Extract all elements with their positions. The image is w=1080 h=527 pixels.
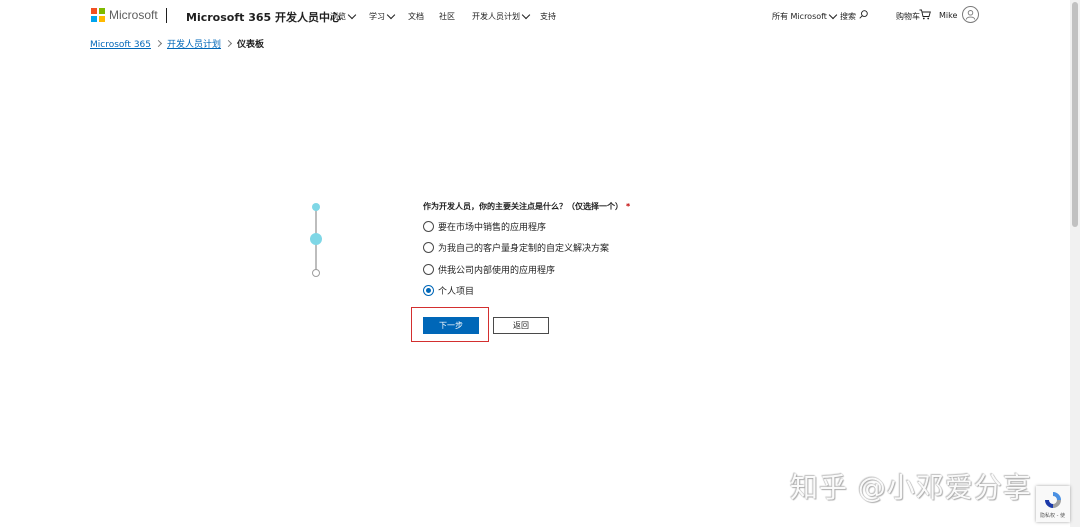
step-1-dot <box>312 203 320 211</box>
radio-button[interactable] <box>423 242 434 253</box>
all-microsoft-menu[interactable]: 所有 Microsoft <box>772 10 838 22</box>
option-label: 个人项目 <box>438 287 475 297</box>
radio-button-selected[interactable] <box>423 285 434 296</box>
back-button[interactable]: 返回 <box>493 317 549 334</box>
option-label: 要在市场中销售的应用程序 <box>438 223 547 233</box>
breadcrumb-developer-program[interactable]: 开发人员计划 <box>167 40 221 50</box>
next-button[interactable]: 下一步 <box>423 317 479 334</box>
option-marketplace-app[interactable]: 要在市场中销售的应用程序 <box>423 220 546 233</box>
recaptcha-icon <box>1045 492 1061 508</box>
vertical-scrollbar[interactable] <box>1070 0 1080 527</box>
nav-docs[interactable]: 文档 <box>408 11 424 22</box>
chevron-right-icon <box>224 39 233 48</box>
nav-support-label: 支持 <box>540 12 556 21</box>
chevron-down-icon <box>828 10 838 20</box>
nav-learn[interactable]: 学习 <box>369 10 396 22</box>
chevron-down-icon <box>386 10 396 20</box>
step-2-dot <box>310 233 322 245</box>
scrollbar-thumb[interactable] <box>1072 2 1078 227</box>
nav-docs-label: 文档 <box>408 12 424 21</box>
focus-question-form: 作为开发人员，你的主要关注点是什么？（仅选择一个） * 要在市场中销售的应用程序 … <box>423 201 630 297</box>
user-name[interactable]: Mike <box>939 11 957 20</box>
search-button[interactable]: 搜索 <box>840 11 856 22</box>
chevron-down-icon <box>521 10 531 20</box>
cart-icon[interactable] <box>919 9 931 20</box>
nav-browse-label: 浏览 <box>330 12 346 21</box>
radio-button[interactable] <box>423 264 434 275</box>
avatar[interactable] <box>962 6 979 23</box>
breadcrumb: Microsoft 365 开发人员计划 仪表板 <box>90 37 264 50</box>
nav-learn-label: 学习 <box>369 12 385 21</box>
option-internal-app[interactable]: 供我公司内部使用的应用程序 <box>423 263 555 276</box>
option-label: 供我公司内部使用的应用程序 <box>438 266 556 276</box>
question-text: 作为开发人员，你的主要关注点是什么？（仅选择一个） <box>423 202 623 211</box>
required-mark: * <box>626 202 631 211</box>
question-label: 作为开发人员，你的主要关注点是什么？（仅选择一个） * <box>423 201 630 212</box>
option-custom-solution[interactable]: 为我自己的客户量身定制的自定义解决方案 <box>423 241 609 254</box>
nav-developer-program-label: 开发人员计划 <box>472 12 520 21</box>
header-divider <box>166 8 167 23</box>
search-icon[interactable] <box>859 10 868 19</box>
user-icon <box>965 10 976 20</box>
nav-community[interactable]: 社区 <box>439 11 455 22</box>
search-label: 搜索 <box>840 12 856 21</box>
cart-button[interactable]: 购物车 <box>896 11 920 22</box>
watermark: 知乎 @小邓爱分享 <box>790 471 1032 504</box>
nav-developer-program[interactable]: 开发人员计划 <box>472 10 531 22</box>
recaptcha-privacy-text[interactable]: 隐私权 - 使 <box>1040 512 1065 519</box>
nav-support[interactable]: 支持 <box>540 11 556 22</box>
chevron-down-icon <box>347 10 357 20</box>
microsoft-logo-icon <box>91 8 105 22</box>
microsoft-logo[interactable]: Microsoft <box>91 8 158 22</box>
nav-community-label: 社区 <box>439 12 455 21</box>
nav-browse[interactable]: 浏览 <box>330 10 357 22</box>
site-title[interactable]: Microsoft 365 开发人员中心 <box>186 9 341 25</box>
breadcrumb-current: 仪表板 <box>237 40 265 50</box>
progress-stepper <box>310 200 322 280</box>
radio-button[interactable] <box>423 221 434 232</box>
option-label: 为我自己的客户量身定制的自定义解决方案 <box>438 244 610 254</box>
option-personal-project[interactable]: 个人项目 <box>423 284 474 297</box>
chevron-right-icon <box>154 39 163 48</box>
brand-name: Microsoft <box>109 8 158 22</box>
cart-label: 购物车 <box>896 12 920 21</box>
breadcrumb-microsoft-365[interactable]: Microsoft 365 <box>90 40 151 50</box>
top-navigation: Microsoft Microsoft 365 开发人员中心 浏览 学习 文档 … <box>0 0 1070 32</box>
stepper-line <box>315 244 317 272</box>
all-microsoft-label: 所有 Microsoft <box>772 12 827 21</box>
step-3-dot <box>312 269 320 277</box>
